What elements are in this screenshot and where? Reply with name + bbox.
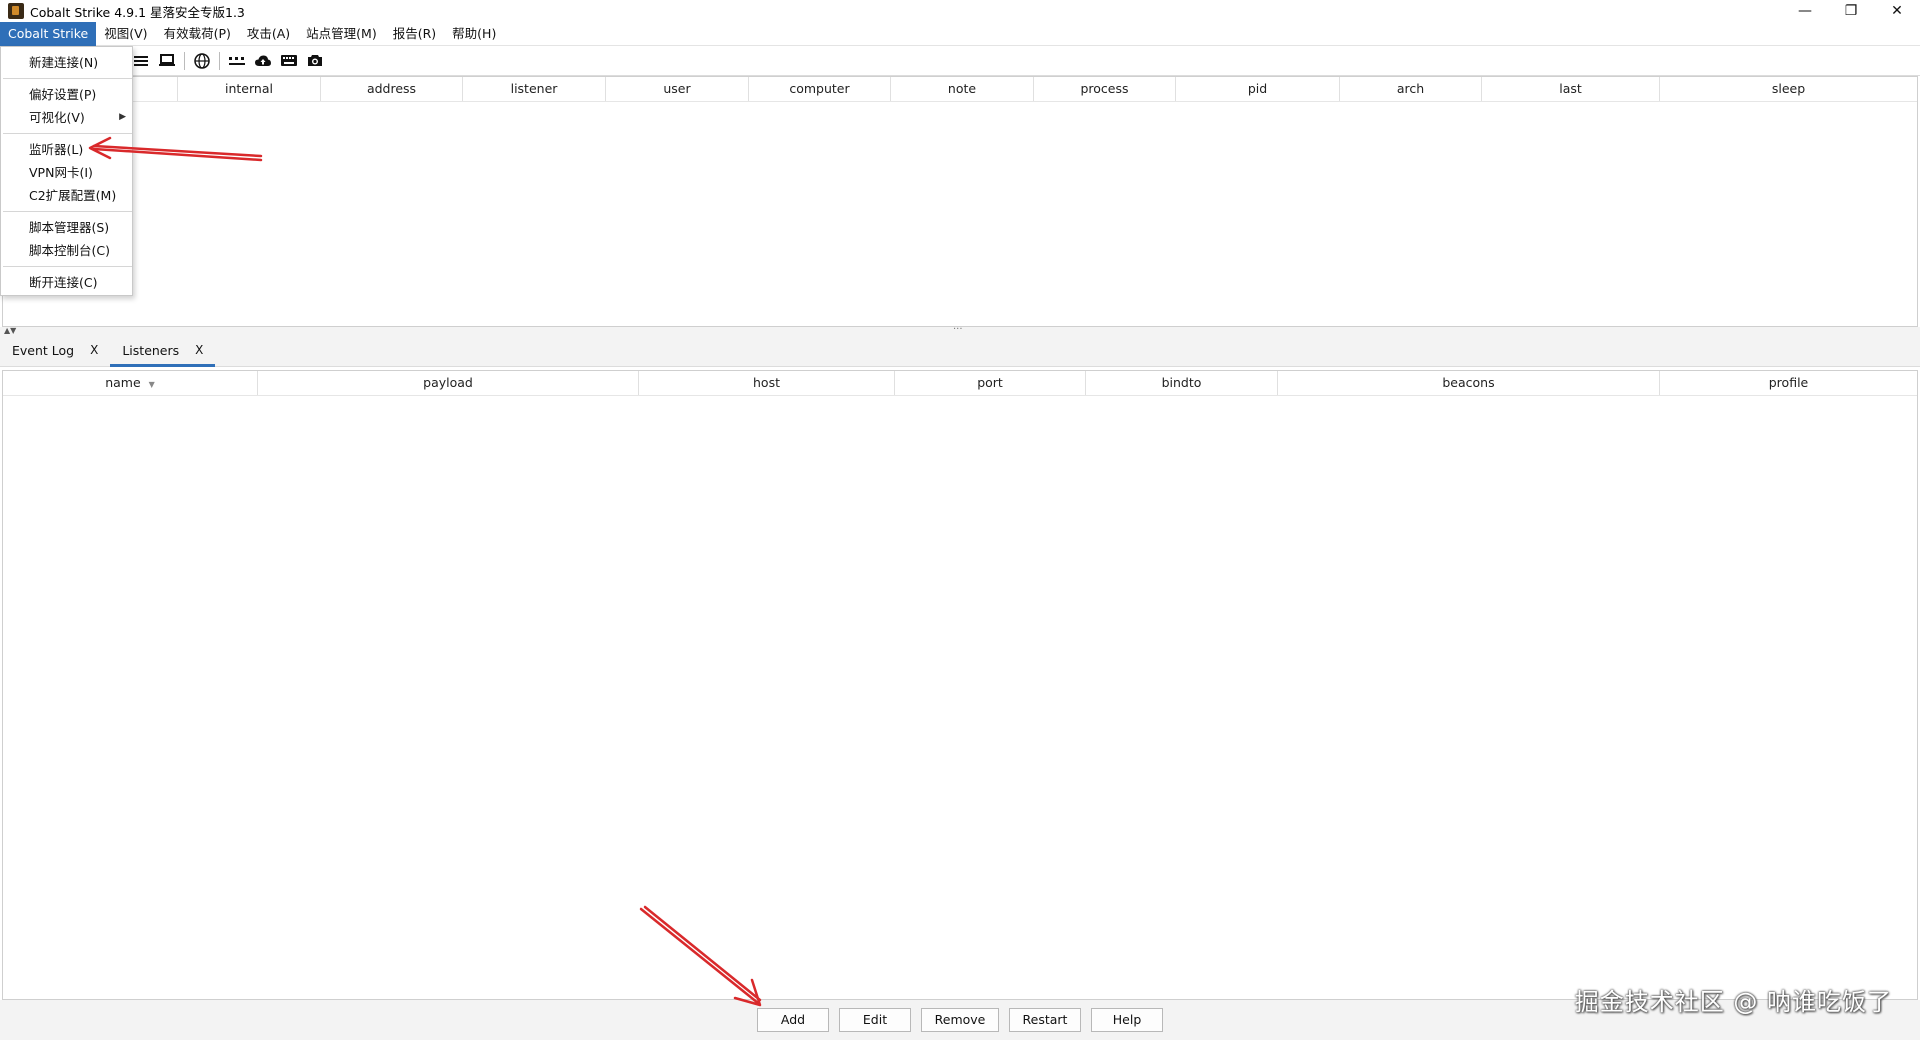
sort-descending-icon: ▼ (148, 380, 155, 389)
toolbar-separator (219, 51, 220, 70)
column-header-last[interactable]: last (1482, 77, 1660, 101)
cobalt-strike-dropdown-menu: 新建连接(N) 偏好设置(P) 可视化(V) ▶ 监听器(L) VPN网卡(I)… (0, 46, 133, 296)
toolbar (0, 46, 1920, 76)
window-controls: — ❐ ✕ (1782, 0, 1920, 22)
menu-view[interactable]: 视图(V) (96, 22, 155, 46)
menu-payloads[interactable]: 有效载荷(P) (156, 22, 239, 46)
menu-item-script-console[interactable]: 脚本控制台(C) (1, 239, 132, 262)
sessions-panel (2, 76, 1918, 327)
column-header-payload[interactable]: payload (258, 371, 639, 395)
menu-separator (3, 211, 132, 212)
watermark-text: 掘金技术社区 @ 呐谁吃饭了 (1574, 988, 1892, 1016)
menu-item-new-connection[interactable]: 新建连接(N) (1, 51, 132, 74)
tab-label: Event Log (12, 342, 75, 358)
menu-item-script-manager[interactable]: 脚本管理器(S) (1, 216, 132, 239)
panel-splitter[interactable]: ▲▼ ··· (0, 325, 1920, 335)
tab-label: Listeners (122, 342, 180, 358)
menu-attacks[interactable]: 攻击(A) (239, 22, 298, 46)
restart-button[interactable]: Restart (1009, 1008, 1081, 1032)
remove-button[interactable]: Remove (921, 1008, 999, 1032)
column-header-process[interactable]: process (1034, 77, 1176, 101)
menu-help[interactable]: 帮助(H) (444, 22, 504, 46)
menu-item-visualization[interactable]: 可视化(V) ▶ (1, 106, 132, 129)
camera-icon[interactable] (302, 49, 328, 73)
monitor-icon[interactable] (154, 49, 180, 73)
listeners-panel (2, 370, 1918, 1000)
column-header-name[interactable]: name ▼ (3, 371, 258, 395)
menu-reporting[interactable]: 报告(R) (385, 22, 444, 46)
menu-separator (3, 78, 132, 79)
splitter-grip-icon[interactable]: ··· (953, 325, 963, 335)
column-header-address[interactable]: address (321, 77, 463, 101)
globe-icon[interactable] (189, 49, 215, 73)
menu-item-label: 可视化(V) (29, 110, 85, 125)
minimize-button[interactable]: — (1782, 0, 1828, 22)
app-logo-icon (8, 3, 24, 19)
column-header-computer[interactable]: computer (749, 77, 891, 101)
bottom-tabs: Event Log X Listeners X (0, 335, 1920, 367)
menu-item-vpn-interfaces[interactable]: VPN网卡(I) (1, 161, 132, 184)
column-header-sleep[interactable]: sleep (1660, 77, 1917, 101)
column-name-label: name (105, 375, 141, 390)
menu-item-listeners[interactable]: 监听器(L) (1, 138, 132, 161)
help-button[interactable]: Help (1091, 1008, 1163, 1032)
restore-button[interactable]: ❐ (1828, 0, 1874, 22)
cobalt-strike-window: Cobalt Strike 4.9.1 星落安全专版1.3 — ❐ ✕ Coba… (0, 0, 1920, 1040)
toolbar-separator (184, 51, 185, 70)
add-button[interactable]: Add (757, 1008, 829, 1032)
edit-button[interactable]: Edit (839, 1008, 911, 1032)
column-header-port[interactable]: port (895, 371, 1086, 395)
window-title: Cobalt Strike 4.9.1 星落安全专版1.3 (30, 4, 245, 20)
menu-separator (3, 133, 132, 134)
tab-listeners[interactable]: Listeners X (110, 334, 216, 367)
column-header-listener[interactable]: listener (463, 77, 606, 101)
keyboard-icon[interactable] (276, 49, 302, 73)
network-icon[interactable] (224, 49, 250, 73)
column-header-internal[interactable]: internal (178, 77, 321, 101)
menu-item-c2-extension-config[interactable]: C2扩展配置(M) (1, 184, 132, 207)
column-header-pid[interactable]: pid (1176, 77, 1340, 101)
menu-cobalt-strike[interactable]: Cobalt Strike (0, 21, 97, 46)
submenu-arrow-icon: ▶ (119, 112, 126, 122)
close-window-button[interactable]: ✕ (1874, 0, 1920, 22)
tab-close-icon[interactable]: X (195, 343, 203, 357)
menu-item-disconnect[interactable]: 断开连接(C) (1, 271, 132, 294)
title-bar: Cobalt Strike 4.9.1 星落安全专版1.3 — ❐ ✕ (0, 0, 1920, 22)
tab-event-log[interactable]: Event Log X (0, 334, 110, 366)
sessions-table-header: internal address listener user computer … (3, 77, 1917, 102)
column-header-host[interactable]: host (639, 371, 895, 395)
menu-site-management[interactable]: 站点管理(M) (298, 22, 385, 46)
menu-item-preferences[interactable]: 偏好设置(P) (1, 83, 132, 106)
column-header-user[interactable]: user (606, 77, 749, 101)
column-header-bindto[interactable]: bindto (1086, 371, 1278, 395)
column-header-profile[interactable]: profile (1660, 371, 1917, 395)
listeners-table-header: name ▼ payload host port bindto beacons … (3, 371, 1917, 396)
column-header-note[interactable]: note (891, 77, 1034, 101)
column-header-arch[interactable]: arch (1340, 77, 1482, 101)
cloud-upload-icon[interactable] (250, 49, 276, 73)
menu-bar: Cobalt Strike 视图(V) 有效载荷(P) 攻击(A) 站点管理(M… (0, 21, 1920, 46)
tab-close-icon[interactable]: X (90, 343, 98, 357)
column-header-beacons[interactable]: beacons (1278, 371, 1660, 395)
menu-separator (3, 266, 132, 267)
